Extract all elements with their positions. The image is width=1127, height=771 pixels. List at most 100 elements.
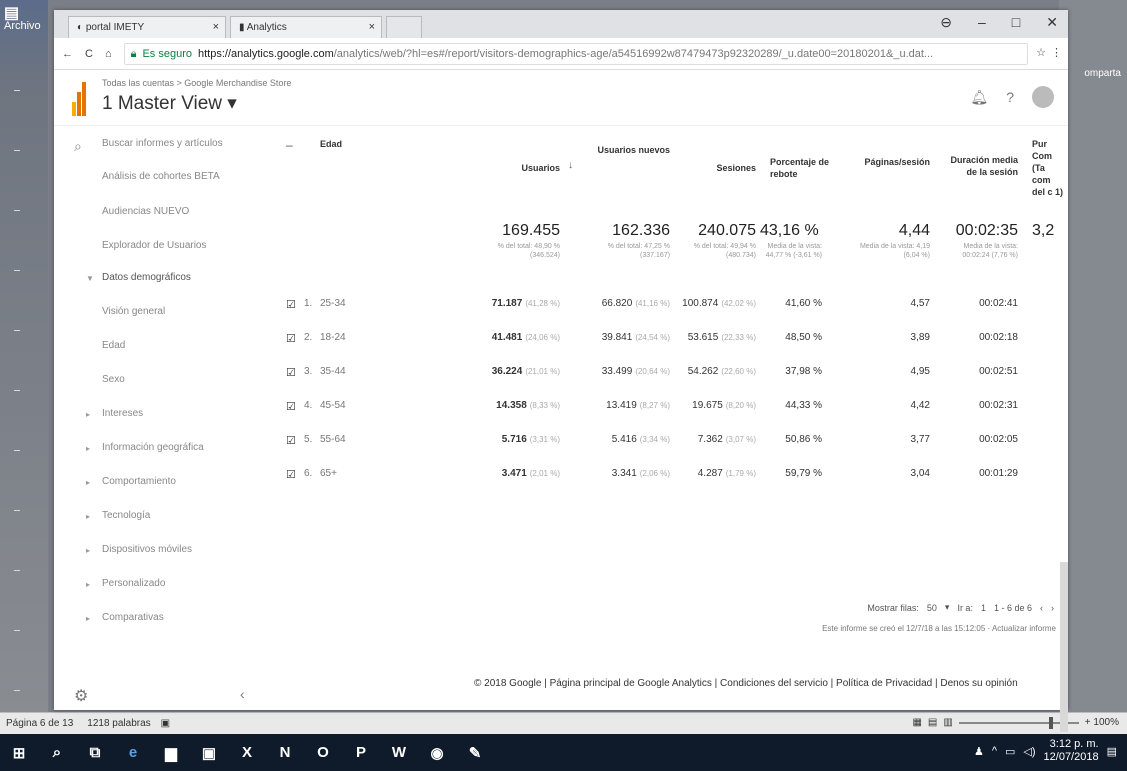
sidebar-item-mobile[interactable]: Dispositivos móviles xyxy=(102,544,192,555)
view-mode-icon[interactable]: ▦ xyxy=(912,717,921,728)
search-icon[interactable]: ⌕ xyxy=(44,740,70,766)
powerpoint-icon[interactable]: P xyxy=(348,740,374,766)
sidebar-item-user-explorer[interactable]: Explorador de Usuarios xyxy=(102,240,207,251)
sidebar-item-overview[interactable]: Visión general xyxy=(102,306,165,317)
header-pages[interactable]: Páginas/sesión xyxy=(854,156,930,168)
bookmark-star-icon[interactable]: ☆ xyxy=(1036,46,1046,59)
header-extra[interactable]: Pur Com (Ta com del c 1) xyxy=(1032,138,1064,198)
header-new-users[interactable]: Usuarios nuevos xyxy=(590,144,670,156)
row-checkbox[interactable]: ☑ xyxy=(286,400,296,413)
chevron-down-icon[interactable]: ▾ xyxy=(945,602,950,613)
row-checkbox[interactable]: ☑ xyxy=(286,298,296,311)
close-window-icon[interactable]: ✕ xyxy=(1046,14,1058,31)
row-checkbox[interactable]: ☑ xyxy=(286,332,296,345)
sidebar-item-geo[interactable]: Información geográfica xyxy=(102,442,204,453)
close-tab-icon[interactable]: × xyxy=(213,21,219,33)
sidebar-item-technology[interactable]: Tecnología xyxy=(102,510,150,521)
header-bounce[interactable]: Porcentaje de rebote xyxy=(770,156,840,180)
row-checkbox[interactable]: ☑ xyxy=(286,468,296,481)
report-note[interactable]: Este informe se creó el 12/7/18 a las 15… xyxy=(822,624,1056,633)
zoom-level[interactable]: + 100% xyxy=(1085,717,1119,728)
store-icon[interactable]: ▣ xyxy=(196,740,222,766)
menu-kebab-icon[interactable]: ⋮ xyxy=(1051,46,1062,59)
print-layout-icon[interactable]: ▤ xyxy=(928,717,937,728)
avatar[interactable] xyxy=(1032,86,1054,108)
minimize-icon[interactable]: – xyxy=(978,14,986,31)
page-footer[interactable]: © 2018 Google | Página principal de Goog… xyxy=(474,678,1018,689)
expand-arrow-icon[interactable]: ▸ xyxy=(86,410,90,419)
row-age-link[interactable]: 18-24 xyxy=(320,332,346,343)
header-sessions[interactable]: Sesiones xyxy=(690,162,756,174)
edge-icon[interactable]: e xyxy=(120,740,146,766)
word-icon[interactable]: W xyxy=(386,740,412,766)
expand-arrow-icon[interactable]: ▸ xyxy=(86,478,90,487)
outlook-icon[interactable]: O xyxy=(310,740,336,766)
scrollbar[interactable] xyxy=(1060,562,1068,732)
analytics-logo[interactable] xyxy=(72,82,86,116)
back-icon[interactable]: ← xyxy=(62,48,73,60)
expand-arrow-icon[interactable]: ▸ xyxy=(86,580,90,589)
reload-icon[interactable]: C xyxy=(85,48,93,60)
sidebar-item-interests[interactable]: Intereses xyxy=(102,408,143,419)
select-all-dash[interactable]: – xyxy=(286,138,293,152)
notifications-bell-icon[interactable]: 🔔︎ xyxy=(970,89,988,106)
view-selector[interactable]: 1 Master View ▾ xyxy=(102,92,237,115)
sidebar-item-cohorts[interactable]: Análisis de cohortes BETA xyxy=(102,171,220,182)
sidebar-item-custom[interactable]: Personalizado xyxy=(102,578,165,589)
tab-portal-imety[interactable]: ◐ portal IMETY × xyxy=(68,16,226,38)
excel-icon[interactable]: X xyxy=(234,740,260,766)
maximize-icon[interactable]: □ xyxy=(1012,14,1020,31)
sidebar-item-benchmarking[interactable]: Comparativas xyxy=(102,612,164,623)
row-checkbox[interactable]: ☑ xyxy=(286,366,296,379)
row-checkbox[interactable]: ☑ xyxy=(286,434,296,447)
notifications-icon[interactable]: ▤ xyxy=(1107,745,1117,758)
volume-icon[interactable]: ◁) xyxy=(1023,745,1035,758)
home-icon[interactable]: ⌂ xyxy=(105,48,112,60)
new-tab-button[interactable] xyxy=(386,16,422,38)
chrome-icon[interactable]: ◉ xyxy=(424,740,450,766)
clock[interactable]: 3:12 p. m. 12/07/2018 xyxy=(1044,738,1099,764)
expand-arrow-icon[interactable]: ▸ xyxy=(86,444,90,453)
profile-icon[interactable]: ⊖ xyxy=(940,14,952,31)
next-page-icon[interactable]: › xyxy=(1051,603,1054,613)
task-view-icon[interactable]: ⧉ xyxy=(82,740,108,766)
row-age-link[interactable]: 45-54 xyxy=(320,400,346,411)
row-age-link[interactable]: 25-34 xyxy=(320,298,346,309)
network-icon[interactable]: ▭ xyxy=(1005,745,1015,758)
file-menu-label[interactable]: Archivo xyxy=(4,20,41,32)
onenote-icon[interactable]: N xyxy=(272,740,298,766)
tab-analytics[interactable]: ▮ Analytics × xyxy=(230,16,382,38)
expand-arrow-icon[interactable]: ▼ xyxy=(86,274,94,283)
share-label[interactable]: omparta xyxy=(1084,68,1121,79)
sort-down-icon[interactable]: ↓ xyxy=(568,160,573,171)
save-icon[interactable]: ▤ xyxy=(4,6,41,22)
close-tab-icon[interactable]: × xyxy=(369,21,375,33)
row-age-link[interactable]: 35-44 xyxy=(320,366,346,377)
header-users[interactable]: Usuarios xyxy=(510,162,560,174)
tray-expand-icon[interactable]: ^ xyxy=(992,745,997,757)
word-app-menu[interactable]: ▤ Archivo xyxy=(4,6,41,33)
sidebar-search-input[interactable]: Buscar informes y artículos xyxy=(102,138,223,149)
zoom-slider-knob[interactable] xyxy=(1048,716,1053,729)
people-icon[interactable]: ♟ xyxy=(974,745,984,758)
web-layout-icon[interactable]: ▥ xyxy=(943,717,952,728)
expand-arrow-icon[interactable]: ▸ xyxy=(86,614,90,623)
app-icon[interactable]: ✎ xyxy=(462,740,488,766)
windows-start-icon[interactable]: ⊞ xyxy=(6,740,32,766)
collapse-sidebar-icon[interactable]: ‹ xyxy=(240,686,245,702)
file-explorer-icon[interactable]: ▆ xyxy=(158,740,184,766)
row-age-link[interactable]: 55-64 xyxy=(320,434,346,445)
breadcrumb[interactable]: Todas las cuentas > Google Merchandise S… xyxy=(102,78,291,88)
admin-gear-icon[interactable]: ⚙ xyxy=(74,686,88,706)
zoom-control[interactable]: ▦ ▤ ▥ + 100% xyxy=(912,716,1119,729)
sidebar-item-audiences[interactable]: Audiencias NUEVO xyxy=(102,206,189,217)
header-edad[interactable]: Edad xyxy=(320,138,342,150)
address-bar[interactable]: 🔒︎ Es seguro https://analytics.google.com/… xyxy=(123,42,1028,65)
goto-input[interactable]: 1 xyxy=(981,603,986,613)
sidebar-item-age[interactable]: Edad xyxy=(102,340,125,351)
expand-arrow-icon[interactable]: ▸ xyxy=(86,512,90,521)
help-icon[interactable]: ? xyxy=(1006,89,1014,105)
sidebar-item-gender[interactable]: Sexo xyxy=(102,374,125,385)
sidebar-item-demographics[interactable]: Datos demográficos xyxy=(102,272,191,283)
prev-page-icon[interactable]: ‹ xyxy=(1040,603,1043,613)
